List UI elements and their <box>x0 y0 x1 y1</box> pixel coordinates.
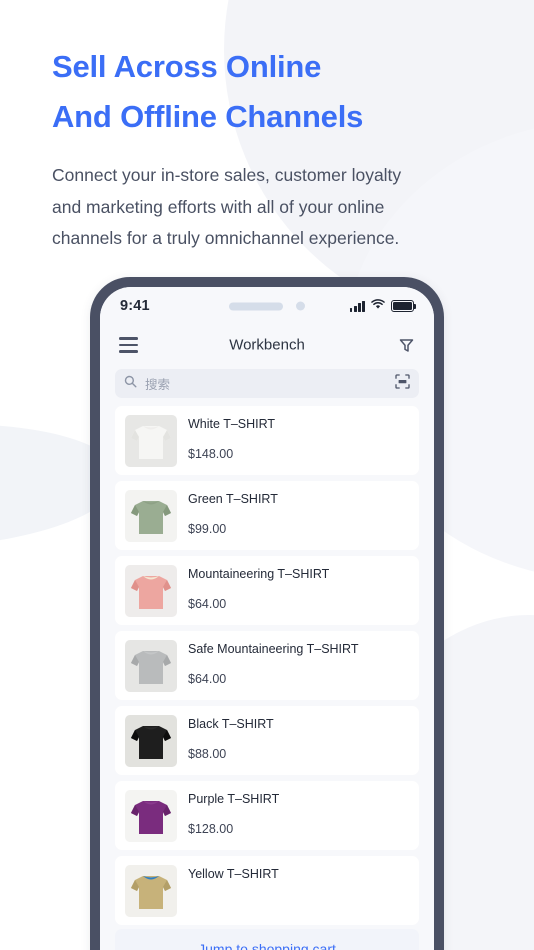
status-bar-time: 9:41 <box>120 298 150 314</box>
product-thumbnail <box>125 640 177 692</box>
product-list-item[interactable]: Yellow T–SHIRT <box>115 856 419 925</box>
product-thumbnail <box>125 565 177 617</box>
product-list-item[interactable]: Green T–SHIRT $99.00 <box>115 481 419 550</box>
product-price: $88.00 <box>188 747 227 762</box>
product-name: Yellow T–SHIRT <box>188 867 279 881</box>
status-bar: 9:41 <box>100 287 434 325</box>
product-thumbnail <box>125 490 177 542</box>
product-thumbnail <box>125 715 177 767</box>
product-list-item[interactable]: Safe Mountaineering T–SHIRT $64.00 <box>115 631 419 700</box>
product-name: Safe Mountaineering T–SHIRT <box>188 642 359 656</box>
product-name: Mountaineering T–SHIRT <box>188 567 330 581</box>
hero-section: Sell Across Online And Offline Channels … <box>0 0 534 254</box>
battery-full-icon <box>391 300 417 312</box>
product-info: Mountaineering T–SHIRT $64.00 <box>188 565 409 616</box>
product-price: $64.00 <box>188 597 227 612</box>
front-camera-dot-icon <box>296 301 305 311</box>
product-list-item[interactable]: Black T–SHIRT $88.00 <box>115 706 419 775</box>
product-thumbnail <box>125 415 177 467</box>
product-name: White T–SHIRT <box>188 417 276 431</box>
product-info: Black T–SHIRT $88.00 <box>188 715 409 766</box>
product-list: White T–SHIRT $148.00 Green T–SHIRT $99.00 M… <box>100 406 434 925</box>
cellular-signal-icon <box>349 300 365 312</box>
page-title-line-1: Sell Across Online <box>52 49 322 84</box>
jump-to-shopping-cart-button[interactable]: Jump to shopping cart <box>115 929 419 950</box>
product-thumbnail <box>125 790 177 842</box>
product-name: Purple T–SHIRT <box>188 792 280 806</box>
product-price: $64.00 <box>188 672 227 687</box>
filter-funnel-icon[interactable] <box>398 337 415 354</box>
product-info: Safe Mountaineering T–SHIRT $64.00 <box>188 640 409 691</box>
status-bar-indicators <box>349 297 417 315</box>
page-title: Sell Across Online And Offline Channels <box>52 42 482 142</box>
page-subtitle-line-1: Connect your in-store sales, customer lo… <box>52 165 402 186</box>
wifi-icon <box>371 297 385 315</box>
product-name: Green T–SHIRT <box>188 492 278 506</box>
page-subtitle: Connect your in-store sales, customer lo… <box>52 160 482 253</box>
product-list-item[interactable]: White T–SHIRT $148.00 <box>115 406 419 475</box>
app-navbar: Workbench <box>100 325 434 365</box>
search-section: 搜索 <box>100 365 434 406</box>
product-name: Black T–SHIRT <box>188 717 274 731</box>
product-price: $148.00 <box>188 447 234 462</box>
product-info: Purple T–SHIRT $128.00 <box>188 790 409 841</box>
product-info: Yellow T–SHIRT <box>188 865 409 916</box>
cta-section: Jump to shopping cart <box>100 929 434 950</box>
hamburger-menu-icon[interactable] <box>119 337 138 353</box>
search-bar[interactable]: 搜索 <box>115 369 419 398</box>
search-icon <box>124 375 137 393</box>
navbar-title: Workbench <box>229 336 305 354</box>
phone-mockup: 9:41 Workbench 搜索 White T–SHIRT $148.00 … <box>90 277 444 950</box>
search-input[interactable]: 搜索 <box>145 374 387 393</box>
phone-notch <box>229 301 305 311</box>
product-info: Green T–SHIRT $99.00 <box>188 490 409 541</box>
phone-screen: 9:41 Workbench 搜索 White T–SHIRT $148.00 … <box>100 287 434 950</box>
page-title-line-2: And Offline Channels <box>52 99 364 135</box>
page-subtitle-line-3: channels for a truly omnichannel experie… <box>52 227 400 248</box>
promo-page: Sell Across Online And Offline Channels … <box>0 0 534 950</box>
product-info: White T–SHIRT $148.00 <box>188 415 409 466</box>
product-price: $128.00 <box>188 822 234 837</box>
page-subtitle-line-2: and marketing efforts with all of your o… <box>52 196 385 217</box>
product-price: $99.00 <box>188 522 227 537</box>
speaker-pill-icon <box>229 302 283 310</box>
product-thumbnail <box>125 865 177 917</box>
scan-code-icon[interactable] <box>395 373 410 394</box>
product-list-item[interactable]: Mountaineering T–SHIRT $64.00 <box>115 556 419 625</box>
product-list-item[interactable]: Purple T–SHIRT $128.00 <box>115 781 419 850</box>
